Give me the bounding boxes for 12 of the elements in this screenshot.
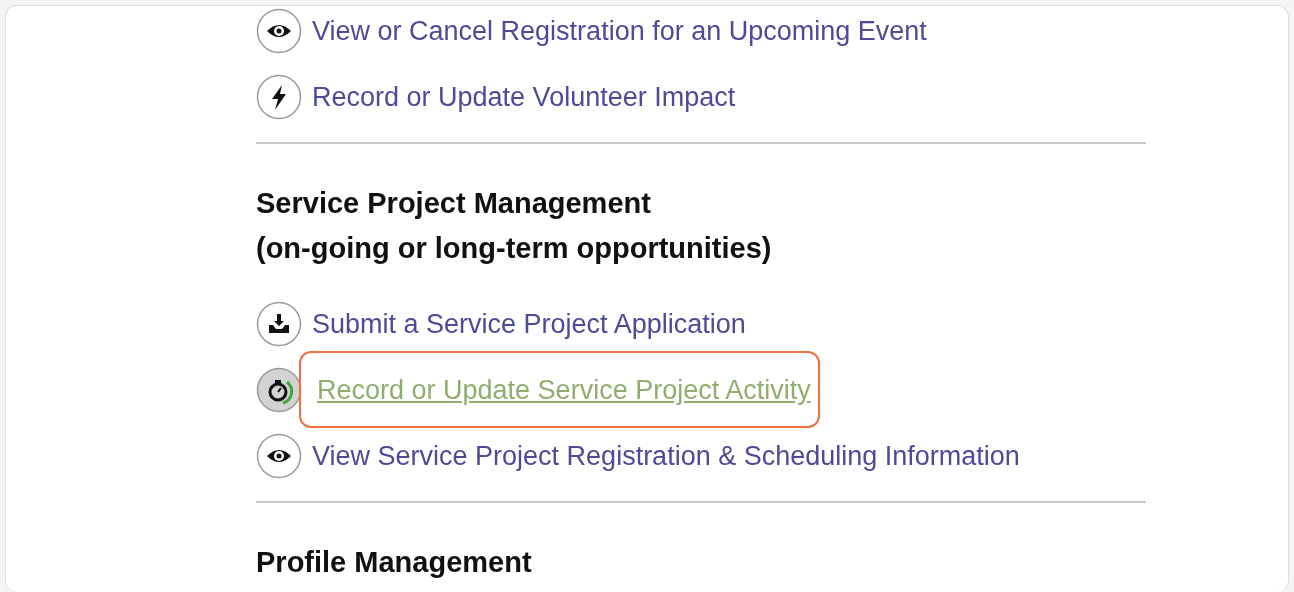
section-heading: (on-going or long-term opportunities) bbox=[256, 231, 773, 266]
section-heading: Service Project Management bbox=[256, 186, 652, 221]
menu-link[interactable]: Record or Update Volunteer Impact bbox=[312, 81, 736, 112]
menu-link[interactable]: View Service Project Registration & Scheduling Information bbox=[312, 440, 1020, 471]
section-heading: Profile Management bbox=[256, 545, 533, 580]
lightning-bolt-icon[interactable] bbox=[256, 74, 302, 120]
menu-link[interactable]: Submit a Service Project Application bbox=[312, 308, 746, 339]
inbox-download-icon[interactable] bbox=[256, 301, 302, 347]
eye-icon[interactable] bbox=[256, 8, 302, 54]
eye-icon[interactable] bbox=[256, 433, 302, 479]
stopwatch-icon[interactable] bbox=[256, 367, 302, 413]
menu-link[interactable]: View or Cancel Registration for an Upcoming Event bbox=[312, 15, 927, 46]
